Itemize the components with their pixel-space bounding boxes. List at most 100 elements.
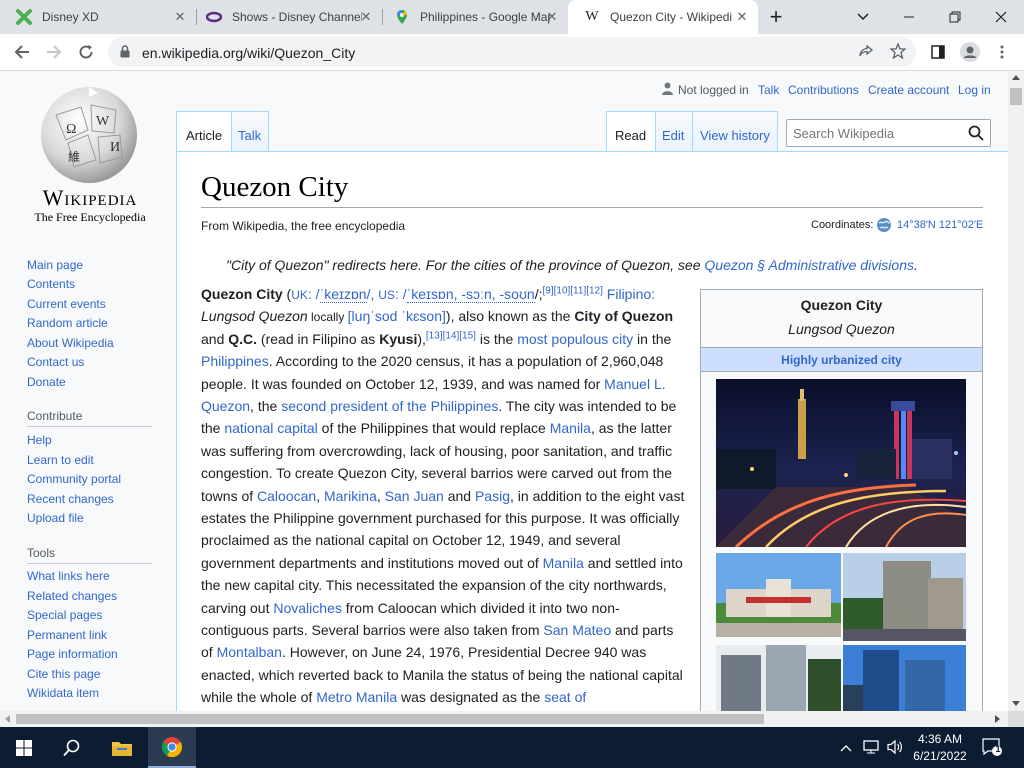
- minimize-icon[interactable]: [886, 0, 932, 34]
- taskbar-search-icon[interactable]: [48, 727, 96, 768]
- volume-icon[interactable]: [886, 739, 904, 758]
- sidebar-learn-to-edit[interactable]: Learn to edit: [27, 453, 94, 467]
- talk-link[interactable]: Talk: [758, 83, 779, 97]
- sidebar-special-pages[interactable]: Special pages: [27, 608, 102, 622]
- citation-link[interactable]: [13][14][15]: [426, 330, 476, 341]
- sidebar-community-portal[interactable]: Community portal: [27, 472, 121, 486]
- scroll-left-icon[interactable]: [5, 715, 10, 723]
- tab-search-icon[interactable]: [840, 0, 886, 34]
- tab-article[interactable]: Article: [176, 111, 232, 152]
- sidebar-contents[interactable]: Contents: [27, 277, 75, 291]
- citation-link[interactable]: [9][10][11][12]: [542, 285, 602, 296]
- link[interactable]: San Mateo: [543, 622, 611, 638]
- forward-arrow-icon[interactable]: [40, 38, 68, 66]
- link[interactable]: Manila: [550, 420, 591, 436]
- tab-talk[interactable]: Talk: [231, 111, 269, 151]
- tab-view-history[interactable]: View history: [692, 111, 778, 151]
- link[interactable]: Quezon: [201, 398, 250, 414]
- side-panel-icon[interactable]: [924, 38, 952, 66]
- link[interactable]: Manila: [543, 555, 584, 571]
- link[interactable]: Pasig: [475, 488, 510, 504]
- vertical-scroll-thumb[interactable]: [1010, 88, 1022, 105]
- link[interactable]: Marikina: [324, 488, 377, 504]
- contributions-link[interactable]: Contributions: [788, 83, 859, 97]
- link[interactable]: most populous city: [517, 331, 633, 347]
- horizontal-scrollbar[interactable]: [0, 711, 1008, 727]
- sidebar-wikidata-item[interactable]: Wikidata item: [27, 686, 99, 700]
- ipa-link[interactable]: ˈkeɪzɒn: [319, 286, 367, 303]
- tab-google-maps[interactable]: Philippines - Google Maps ✕: [378, 0, 568, 34]
- scroll-down-icon[interactable]: [1012, 701, 1020, 706]
- network-icon[interactable]: [862, 739, 880, 758]
- link[interactable]: UK: [291, 288, 308, 302]
- sidebar-random-article[interactable]: Random article: [27, 316, 108, 330]
- wikipedia-globe-logo[interactable]: Ω W И 維: [36, 85, 142, 188]
- link[interactable]: Metro Manila: [316, 689, 397, 705]
- infobox-type-link[interactable]: Highly urbanized city: [701, 353, 982, 367]
- ipa-link[interactable]: ˈkeɪsɒn, -sɔːn, -soʊn: [406, 286, 535, 303]
- sidebar-current-events[interactable]: Current events: [27, 297, 106, 311]
- ipa-link[interactable]: [luŋˈsod ˈkɛson]: [348, 308, 446, 324]
- sidebar-about-wikipedia[interactable]: About Wikipedia: [27, 336, 114, 350]
- reload-icon[interactable]: [72, 38, 100, 66]
- scroll-up-icon[interactable]: [1012, 75, 1020, 80]
- infobox-photo-hall[interactable]: [716, 553, 841, 637]
- sidebar-what-links-here[interactable]: What links here: [27, 569, 110, 583]
- infobox-main-photo[interactable]: [716, 379, 967, 549]
- scroll-right-icon[interactable]: [995, 715, 1000, 723]
- back-arrow-icon[interactable]: [8, 38, 36, 66]
- link[interactable]: Philippines: [201, 353, 269, 369]
- chrome-taskbar-icon[interactable]: [148, 727, 196, 768]
- globe-icon[interactable]: [876, 217, 892, 236]
- share-icon[interactable]: [858, 44, 874, 63]
- sidebar-page-information[interactable]: Page information: [27, 647, 118, 661]
- close-tab-icon[interactable]: ✕: [544, 9, 560, 25]
- close-window-icon[interactable]: [978, 0, 1024, 34]
- sidebar-donate[interactable]: Donate: [27, 375, 66, 389]
- url-text[interactable]: en.wikipedia.org/wiki/Quezon_City: [142, 45, 355, 61]
- link[interactable]: Novaliches: [273, 600, 341, 616]
- sidebar-recent-changes[interactable]: Recent changes: [27, 492, 114, 506]
- new-tab-button[interactable]: +: [754, 0, 798, 34]
- infobox-photo-glass-tower[interactable]: [843, 645, 966, 711]
- sidebar-permanent-link[interactable]: Permanent link: [27, 628, 107, 642]
- link[interactable]: Caloocan: [257, 488, 316, 504]
- close-tab-icon[interactable]: ✕: [734, 9, 750, 25]
- search-icon[interactable]: [968, 125, 984, 144]
- sidebar-help[interactable]: Help: [27, 433, 52, 447]
- tab-disney-xd[interactable]: Disney XD ✕: [0, 0, 196, 34]
- tab-read[interactable]: Read: [606, 111, 656, 152]
- wikipedia-wordmark[interactable]: Wikipedia: [28, 185, 152, 211]
- link[interactable]: national capital: [224, 420, 317, 436]
- tab-wikipedia[interactable]: W Quezon City - Wikipedia ✕: [568, 0, 758, 34]
- close-tab-icon[interactable]: ✕: [358, 9, 374, 25]
- link[interactable]: Manuel L.: [604, 376, 665, 392]
- link[interactable]: US: [378, 288, 395, 302]
- sidebar-upload-file[interactable]: Upload file: [27, 511, 84, 525]
- lock-icon[interactable]: [120, 45, 130, 61]
- infobox-photo-buildings[interactable]: [716, 645, 841, 711]
- log-in-link[interactable]: Log in: [958, 83, 991, 97]
- address-bar[interactable]: en.wikipedia.org/wiki/Quezon_City: [108, 37, 916, 67]
- browser-menu-icon[interactable]: [988, 38, 1016, 66]
- infobox-type-link-text[interactable]: Highly urbanized city: [781, 353, 902, 367]
- hatnote-link[interactable]: Quezon § Administrative divisions: [704, 257, 914, 273]
- close-tab-icon[interactable]: ✕: [172, 9, 188, 25]
- link[interactable]: second president of the Philippines: [281, 398, 498, 414]
- link[interactable]: seat of: [544, 689, 586, 705]
- wiki-search-box[interactable]: [786, 119, 991, 147]
- sidebar-main-page[interactable]: Main page: [27, 258, 83, 272]
- sidebar-related-changes[interactable]: Related changes: [27, 589, 117, 603]
- profile-avatar-icon[interactable]: [956, 38, 984, 66]
- file-explorer-icon[interactable]: [98, 727, 146, 768]
- vertical-scrollbar[interactable]: [1008, 71, 1024, 711]
- wiki-search-input[interactable]: [793, 124, 963, 142]
- restore-icon[interactable]: [932, 0, 978, 34]
- link[interactable]: Filipino:: [603, 286, 655, 302]
- bookmark-star-icon[interactable]: [889, 42, 907, 62]
- link[interactable]: Montalban: [217, 644, 282, 660]
- clock-time[interactable]: 4:36 AM: [914, 732, 966, 746]
- coordinates-link[interactable]: 14°38′N 121°02′E: [897, 219, 983, 231]
- horizontal-scroll-thumb[interactable]: [16, 714, 764, 724]
- clock-date[interactable]: 6/21/2022: [910, 749, 970, 763]
